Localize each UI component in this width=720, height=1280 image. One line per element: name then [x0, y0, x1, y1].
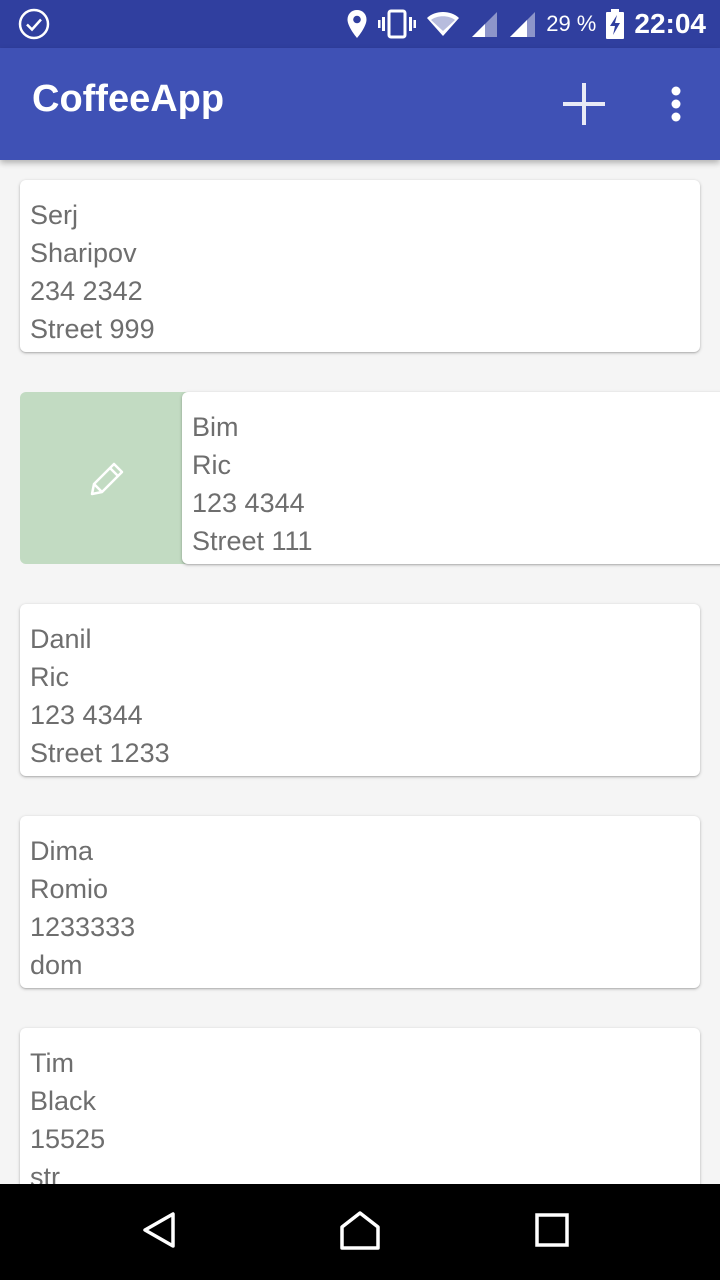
recents-button[interactable]	[528, 1208, 576, 1256]
phone: 1233333	[30, 912, 136, 942]
battery-percent: 29 %	[546, 11, 597, 36]
last-name: Ric	[30, 662, 69, 692]
first-name: Tim	[30, 1048, 74, 1078]
add-button[interactable]	[556, 78, 612, 134]
wifi-icon	[426, 10, 460, 38]
more-vert-icon	[670, 86, 682, 127]
edit-icon	[88, 458, 128, 498]
contact-card[interactable]: Dima Romio 1233333 dom	[20, 816, 700, 988]
first-name: Dima	[30, 836, 94, 866]
phone: 15525	[30, 1124, 106, 1154]
recents-icon	[534, 1212, 570, 1253]
address: dom	[30, 950, 83, 980]
address: Street 999	[30, 314, 155, 344]
contact-card[interactable]: Serj Sharipov 234 2342 Street 999	[20, 180, 700, 352]
app-title: CoffeeApp	[32, 78, 225, 120]
back-icon	[140, 1210, 180, 1255]
phone: 123 4344	[192, 488, 305, 518]
first-name: Danil	[30, 624, 92, 654]
last-name: Black	[30, 1086, 97, 1116]
vibrate-icon	[378, 9, 417, 39]
first-name: Serj	[30, 200, 79, 230]
add-icon	[560, 80, 608, 133]
last-name: Ric	[192, 450, 231, 480]
signal-icon	[508, 10, 536, 38]
last-name: Sharipov	[30, 238, 137, 268]
contact-list[interactable]: Serj Sharipov 234 2342 Street 999 Bim Ri…	[0, 160, 720, 1184]
clock: 22:04	[634, 8, 706, 39]
last-name: Romio	[30, 874, 109, 904]
back-button[interactable]	[136, 1208, 184, 1256]
first-name: Bim	[192, 412, 239, 442]
phone: 123 4344	[30, 700, 143, 730]
navigation-bar	[0, 1184, 720, 1280]
signal-icon	[470, 10, 498, 38]
contact-card[interactable]: Tim Black 15525 str	[20, 1028, 700, 1184]
contact-card[interactable]: Bim Ric 123 4344 Street 111	[182, 392, 720, 564]
location-icon	[346, 9, 368, 39]
check-circle-icon	[18, 8, 50, 40]
overflow-menu-button[interactable]	[652, 78, 700, 134]
phone: 234 2342	[30, 276, 143, 306]
battery-charging-icon	[606, 9, 625, 39]
status-icons: 29 % 22:04	[346, 0, 706, 48]
address: Street 1233	[30, 738, 170, 768]
home-icon	[338, 1210, 382, 1255]
address: str	[30, 1162, 60, 1184]
app-bar: CoffeeApp	[0, 48, 720, 160]
contact-card[interactable]: Danil Ric 123 4344 Street 1233	[20, 604, 700, 776]
home-button[interactable]	[336, 1208, 384, 1256]
address: Street 111	[192, 526, 313, 556]
status-bar: 29 % 22:04	[0, 0, 720, 48]
